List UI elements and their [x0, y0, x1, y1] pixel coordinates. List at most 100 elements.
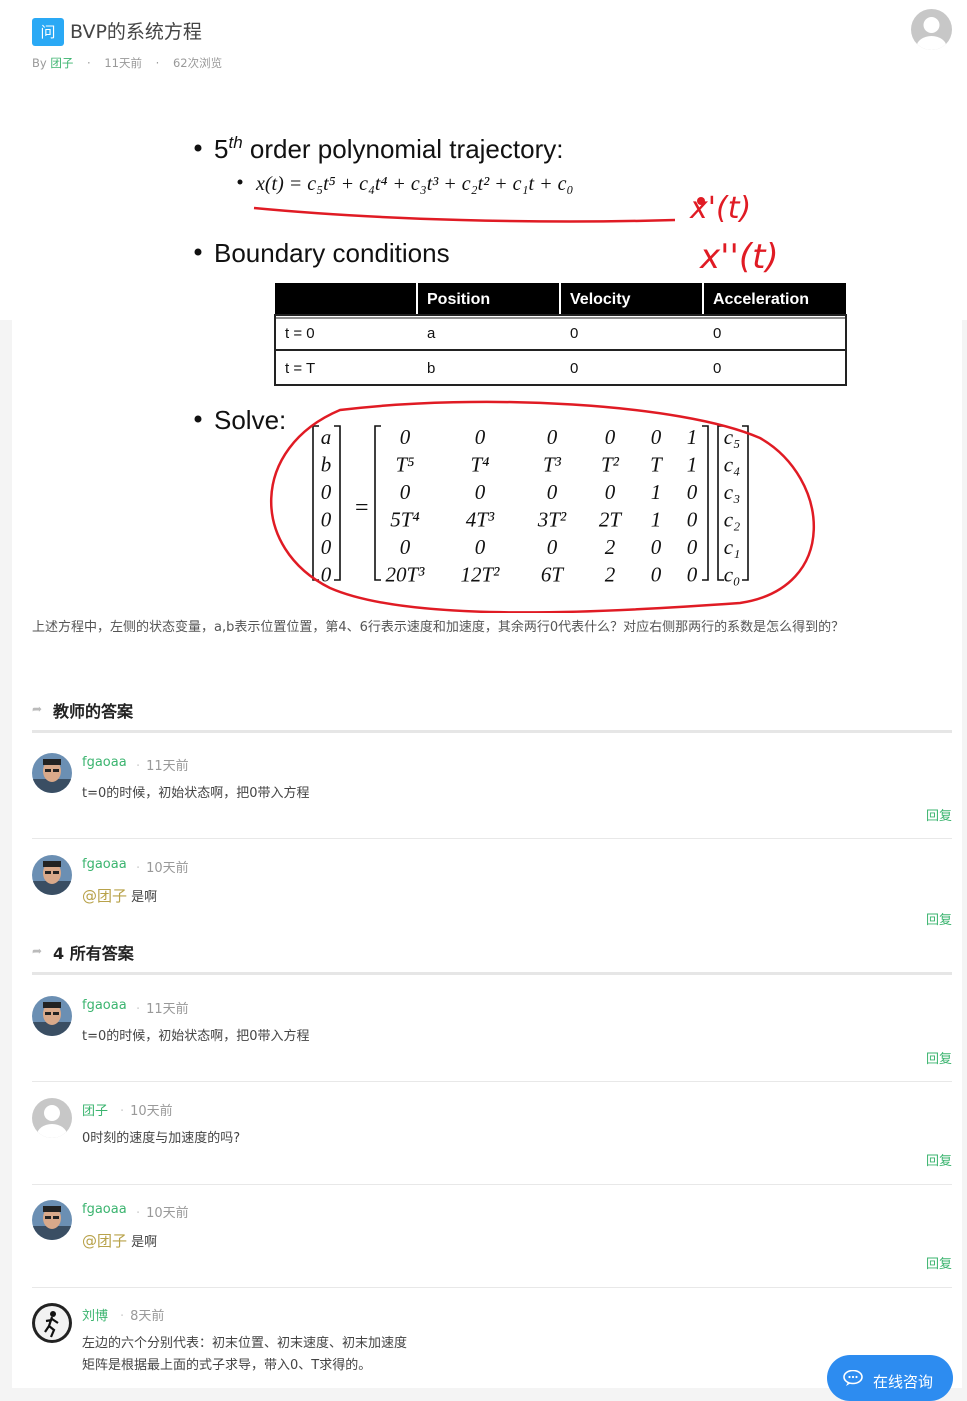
table-header-cell: Position	[427, 291, 490, 308]
answer-time: · 10天前	[136, 861, 189, 876]
matrix-entry: 0	[651, 535, 662, 559]
answer-content: 左边的六个分别代表：初末位置、初末速度、初末加速度 矩阵是根据最上面的式子求导，…	[82, 1333, 407, 1377]
matrix-entry: 0	[651, 563, 662, 587]
reply-button[interactable]: 回复	[926, 909, 952, 928]
by-label: By	[32, 56, 47, 70]
bullet2-text: Boundary conditions	[214, 238, 450, 268]
answer-content: @团子 是啊	[82, 1232, 158, 1250]
user-avatar[interactable]	[911, 9, 952, 50]
mention-link[interactable]: @团子	[82, 887, 127, 905]
answer-line: 矩阵是根据最上面的式子求导，带入0、T求得的。	[82, 1358, 372, 1373]
avatar-photo-icon	[32, 996, 72, 1036]
answer-author[interactable]: 团子	[82, 1100, 108, 1119]
section-teacher-answers: ➦ 教师的答案	[32, 698, 952, 733]
avatar-photo-icon	[32, 753, 72, 793]
matrix-entry: 6T	[541, 563, 565, 587]
answer-time: · 11天前	[136, 1002, 189, 1017]
matrix-entry: 4T³	[466, 508, 495, 532]
matrix-entry: 0	[400, 425, 411, 449]
matrix-entry: 2	[605, 563, 616, 587]
matrix-entry: 1	[651, 508, 662, 532]
divider	[32, 1184, 952, 1185]
answer-author[interactable]: fgaoaa	[82, 998, 127, 1013]
matrix-entry: 0	[687, 563, 698, 587]
divider	[32, 838, 952, 839]
handwritten-annotation-1: x'(t)	[689, 191, 751, 226]
matrix-entry: 0	[475, 425, 486, 449]
meta-separator: ·	[155, 56, 160, 70]
share-arrow-icon: ➦	[32, 702, 43, 716]
matrix-entry: 0	[400, 535, 411, 559]
handwritten-annotation-2: x''(t)	[699, 237, 779, 277]
rhs-entry: c₀	[724, 563, 741, 587]
divider	[32, 1287, 952, 1288]
default-avatar-icon	[916, 17, 947, 50]
avatar[interactable]	[32, 1098, 72, 1138]
matrix-entry: 0	[605, 480, 616, 504]
consult-label: 在线咨询	[873, 1373, 934, 1391]
bullet3-text: Solve:	[214, 405, 286, 435]
answer-author[interactable]: fgaoaa	[82, 1202, 127, 1217]
matrix-entry: 0	[475, 535, 486, 559]
lhs-entry: b	[321, 453, 332, 477]
question-author-link[interactable]: 团子	[50, 56, 73, 70]
polynomial-equation: x(t) = c₅t⁵ + c₄t⁴ + c₃t³ + c₂t² + c₁t +…	[255, 173, 573, 195]
section-title: 教师的答案	[53, 702, 134, 721]
lhs-entry: 0	[321, 508, 332, 532]
matrix-entry: 0	[687, 480, 698, 504]
mention-link[interactable]: @团子	[82, 1232, 127, 1250]
avatar[interactable]	[32, 753, 72, 793]
answer-author[interactable]: fgaoaa	[82, 755, 127, 770]
matrix-entry: T⁵	[396, 453, 415, 477]
avatar[interactable]	[32, 996, 72, 1036]
matrix-entry: 2	[605, 535, 616, 559]
lhs-entry: 0	[321, 480, 332, 504]
matrix-entry: 0	[400, 480, 411, 504]
question-title: BVP的系统方程	[70, 21, 202, 43]
matrix-entry: T²	[601, 453, 620, 477]
table-cell: 0	[570, 360, 578, 377]
section-all-answers: ➦ 4 所有答案	[32, 940, 952, 975]
share-arrow-icon: ➦	[32, 944, 43, 958]
rhs-entry: c₃	[724, 480, 741, 504]
divider	[32, 1081, 952, 1082]
avatar[interactable]	[32, 1303, 72, 1343]
matrix-entry: 0	[687, 508, 698, 532]
matrix-entry: 3T²	[537, 508, 567, 532]
matrix-entry: 0	[475, 480, 486, 504]
avatar[interactable]	[32, 855, 72, 895]
question-meta: By 团子 · 11天前 · 62次浏览	[32, 55, 222, 71]
matrix-entry: 0	[547, 425, 558, 449]
answer-time: · 10天前	[120, 1104, 173, 1119]
answer-content: 0时刻的速度与加速度的吗?	[82, 1131, 241, 1146]
table-cell: 0	[713, 360, 721, 377]
answer-content: @团子 是啊	[82, 887, 158, 905]
online-consult-button[interactable]: 在线咨询	[827, 1355, 953, 1401]
reply-button[interactable]: 回复	[926, 1150, 952, 1169]
default-avatar-icon	[32, 1098, 72, 1138]
answer-author[interactable]: 刘博	[82, 1305, 108, 1324]
answer-author[interactable]: fgaoaa	[82, 857, 127, 872]
chat-bubble-icon	[843, 1370, 863, 1386]
matrix-entry: 0	[547, 535, 558, 559]
boundary-conditions-table: Position Velocity Acceleration t = 0 a 0 0 t = …	[274, 283, 847, 386]
runner-avatar-icon	[32, 1303, 72, 1343]
table-cell: a	[427, 325, 436, 342]
reply-button[interactable]: 回复	[926, 805, 952, 824]
matrix-entry: 1	[687, 453, 698, 477]
equals-sign: =	[355, 495, 369, 521]
table-cell: b	[427, 360, 435, 377]
answer-content: t=0的时候，初始状态啊，把0带入方程	[82, 786, 310, 801]
matrix-entry: 0	[547, 480, 558, 504]
answer-time: · 11天前	[136, 759, 189, 774]
question-image: 5th order polynomial trajectory: x(t) = …	[180, 118, 860, 613]
answer-line: 左边的六个分别代表：初末位置、初末速度、初末加速度	[82, 1336, 408, 1351]
reply-button[interactable]: 回复	[926, 1048, 952, 1067]
reply-button[interactable]: 回复	[926, 1253, 952, 1272]
section-title: 4 所有答案	[53, 944, 134, 963]
matrix-entry: 1	[651, 480, 662, 504]
avatar[interactable]	[32, 1200, 72, 1240]
matrix-entry: 2T	[599, 508, 623, 532]
matrix-entry: 1	[687, 425, 698, 449]
avatar-photo-icon	[32, 1200, 72, 1240]
